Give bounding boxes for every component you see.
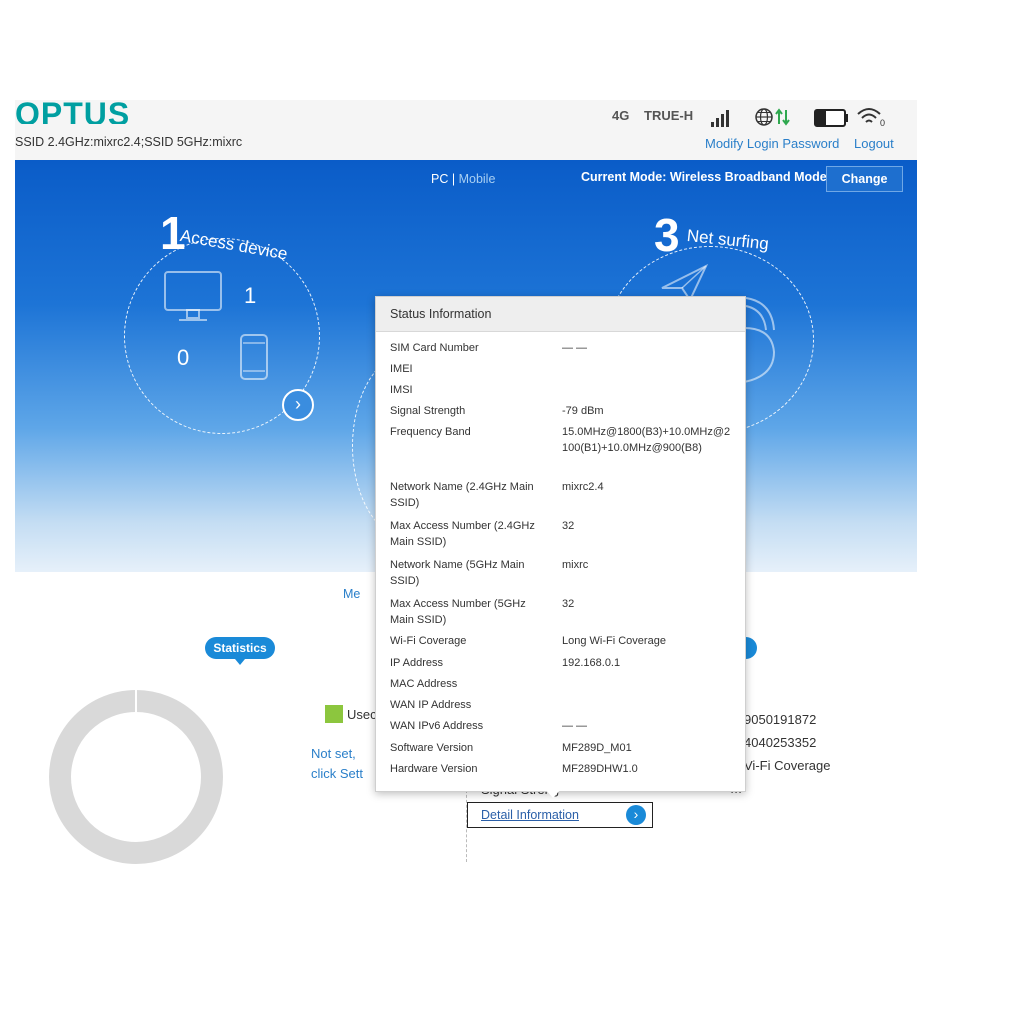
change-mode-button[interactable]: Change <box>826 166 903 192</box>
status-row-label: IMEI <box>390 363 413 375</box>
status-row-value: — — <box>562 342 588 354</box>
used-legend-label: Usec <box>347 707 377 722</box>
not-set-text: Not set, <box>311 746 356 761</box>
status-row-value: -79 dBm <box>562 405 604 417</box>
status-row-value: Long Wi-Fi Coverage <box>562 635 666 647</box>
cloud-upload-icon <box>744 327 776 383</box>
view-switcher: PC | Mobile <box>431 172 495 186</box>
status-row-value: 32 <box>562 520 575 532</box>
info-value-3: Vi-Fi Coverage <box>744 758 831 773</box>
statistics-tab[interactable]: Statistics <box>205 637 275 665</box>
status-row-value: MF289D_M01 <box>562 742 632 754</box>
status-row-value: mixrc2.4 <box>562 481 604 493</box>
wireless-device-count: 0 <box>177 345 190 370</box>
status-row-label: IP Address <box>390 657 443 669</box>
status-row-value: 32 <box>562 598 575 610</box>
status-row-label: WAN IP Address <box>390 699 472 711</box>
carrier-name: TRUE-H <box>644 108 694 123</box>
status-row-value: 192.168.0.1 <box>562 657 621 669</box>
signal-bars-icon <box>711 110 729 127</box>
detail-information-label: Detail Information <box>481 808 579 822</box>
popup-title: Status Information <box>390 307 492 321</box>
status-row-value: 15.0MHz@1800(B3)+10.0MHz@2100(B1)+10.0MH… <box>562 426 731 454</box>
status-row-label: Hardware Version <box>390 763 478 775</box>
info-value-2: 4040253352 <box>744 735 817 750</box>
network-type: 4G <box>612 108 630 123</box>
status-row-label: Software Version <box>390 742 474 754</box>
popup-header: Status Information <box>376 297 745 332</box>
step-3-number: 3 <box>654 209 680 261</box>
status-row-label: Wi-Fi Coverage <box>390 635 467 647</box>
mobile-view-link[interactable]: Mobile <box>459 172 496 186</box>
logout-link[interactable]: Logout <box>854 136 894 151</box>
status-row-label: MAC Address <box>390 678 458 690</box>
info-value-1: 9050191872 <box>744 712 817 727</box>
wifi-icon: 0 <box>857 108 885 128</box>
status-row-label: SIM Card Number <box>390 342 479 354</box>
devices-arrow-button[interactable]: › <box>282 389 314 421</box>
view-separator: | <box>451 172 456 186</box>
detail-information-button[interactable]: Detail Information › <box>467 802 653 828</box>
computer-icon <box>164 271 222 321</box>
chevron-right-icon: › <box>626 805 646 825</box>
status-row-label: Frequency Band <box>390 426 471 438</box>
used-legend-swatch <box>325 705 343 723</box>
usage-donut-chart <box>49 690 223 864</box>
battery-icon <box>814 109 848 127</box>
phone-icon <box>240 334 268 380</box>
optus-logo: OPTUS <box>15 96 131 124</box>
status-row-label: Network Name (2.4GHz Main SSID) <box>390 481 534 509</box>
modify-login-password-link[interactable]: Modify Login Password <box>705 136 839 151</box>
ssid-text: SSID 2.4GHz:mixrc2.4;SSID 5GHz:mixrc <box>15 135 243 149</box>
status-row-value: — — <box>562 720 588 732</box>
status-row-value: MF289DHW1.0 <box>562 763 638 775</box>
status-row-label: Network Name (5GHz Main SSID) <box>390 559 525 587</box>
svg-text:0: 0 <box>880 118 885 128</box>
status-row-value: mixrc <box>562 559 589 571</box>
pc-view-label: PC <box>431 172 449 186</box>
menu-link-partial[interactable]: Me <box>343 587 360 601</box>
click-settings-link[interactable]: click Sett <box>311 766 363 781</box>
status-row-label: Max Access Number (5GHz Main SSID) <box>390 598 526 626</box>
status-row-label: IMSI <box>390 384 413 396</box>
status-row-label: Signal Strength <box>390 405 466 417</box>
status-information-popup: Status Information SIM Card Number — — IME… <box>375 296 746 792</box>
status-row-label: WAN IPv6 Address <box>390 720 484 732</box>
popup-pointer <box>545 789 561 798</box>
status-row-label: Max Access Number (2.4GHz Main SSID) <box>390 520 535 548</box>
wired-device-count: 1 <box>244 283 257 308</box>
current-mode-label: Current Mode: Wireless Broadband Mode <box>581 170 827 184</box>
internet-connected-icon <box>755 108 790 126</box>
